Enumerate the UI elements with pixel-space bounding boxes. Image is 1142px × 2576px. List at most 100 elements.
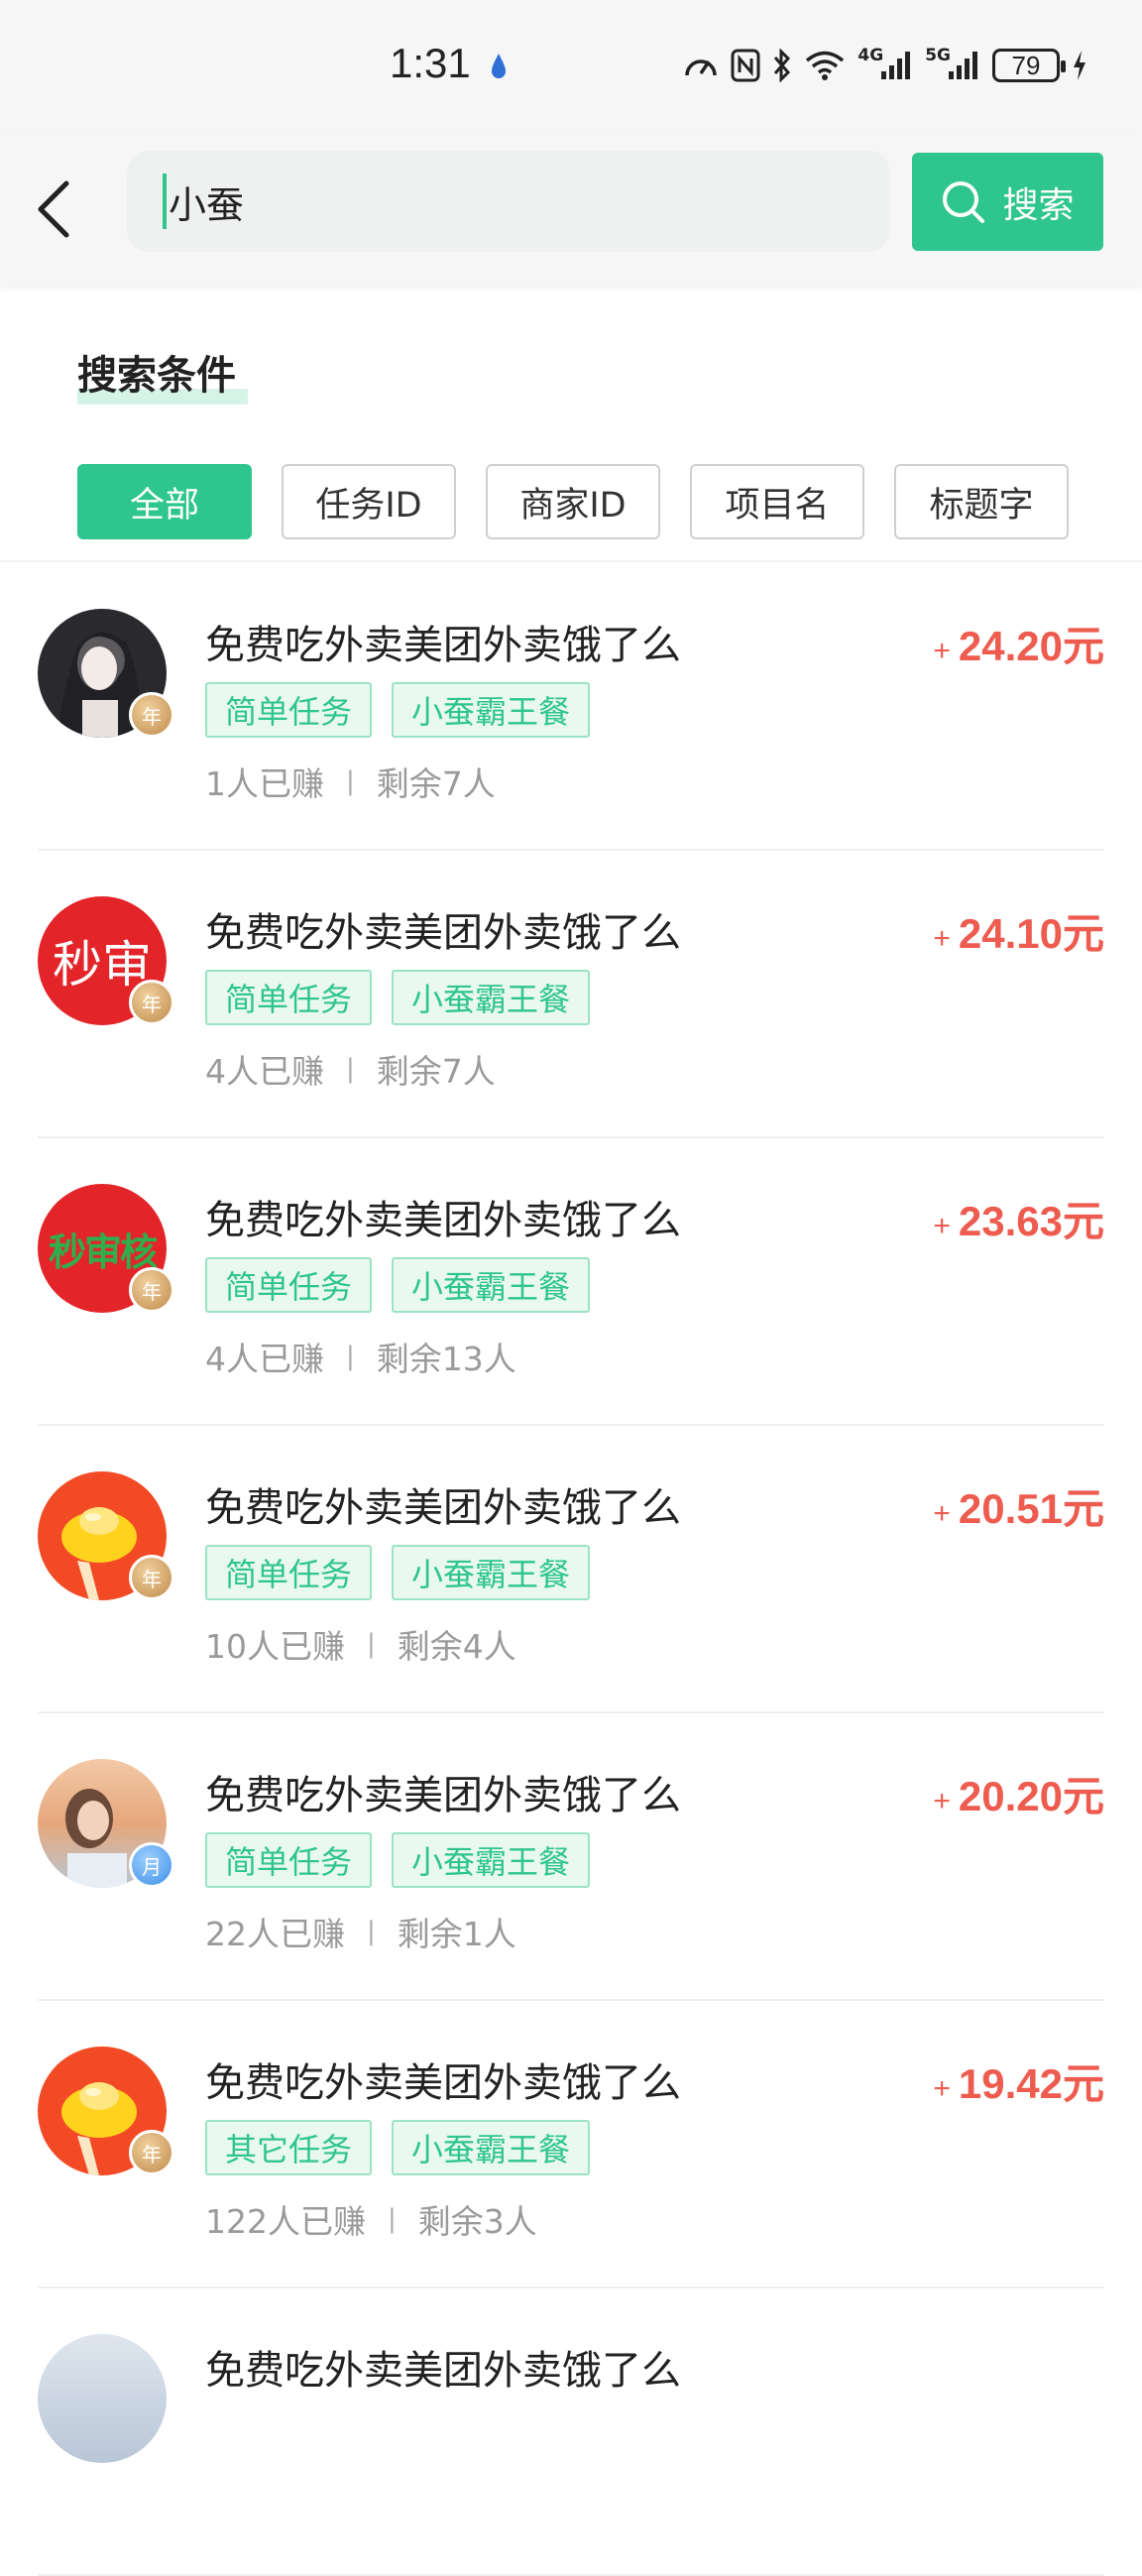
search-icon xyxy=(943,180,985,223)
search-box[interactable] xyxy=(127,151,890,252)
task-title: 免费吃外卖美团外卖饿了么 xyxy=(205,1485,681,1531)
search-button[interactable]: 搜索 xyxy=(912,153,1103,251)
remaining-count: 剩余3人 xyxy=(417,2202,537,2241)
remaining-count: 剩余1人 xyxy=(397,1915,516,1953)
filter-tab-task-id[interactable]: 任务ID xyxy=(282,464,456,539)
task-meta: 10人已赚 | 剩余4人 xyxy=(205,1620,516,1668)
task-meta: 122人已赚 | 剩余3人 xyxy=(205,2195,537,2243)
filter-tab-project-name[interactable]: 项目名 xyxy=(690,464,864,539)
filter-tab-all[interactable]: 全部 xyxy=(77,464,252,539)
task-title: 免费吃外卖美团外卖饿了么 xyxy=(205,2348,681,2394)
separator: | xyxy=(346,1054,355,1084)
status-bar: 1:31 4G 5G 79 xyxy=(0,0,1142,135)
task-tags: 简单任务 小蚕霸王餐 xyxy=(205,1832,591,1888)
task-tags: 简单任务 小蚕霸王餐 xyxy=(205,1545,591,1600)
wifi-icon xyxy=(804,46,846,85)
search-button-label: 搜索 xyxy=(1002,184,1075,226)
plus-icon: + xyxy=(933,922,951,955)
avatar: 月 xyxy=(38,1759,174,1888)
avatar: 年 xyxy=(38,1471,174,1600)
tag: 小蚕霸王餐 xyxy=(392,1545,591,1600)
back-button[interactable] xyxy=(28,170,77,249)
level-badge: 年 xyxy=(129,692,174,738)
task-item[interactable]: 年 免费吃外卖美团外卖饿了么 +19.42元 其它任务 小蚕霸王餐 122人已赚… xyxy=(0,2001,1142,2288)
task-meta: 4人已赚 | 剩余13人 xyxy=(205,1333,516,1380)
avatar-text: 秒审核 xyxy=(48,1229,158,1274)
task-item[interactable]: 月 免费吃外卖美团外卖饿了么 +20.20元 简单任务 小蚕霸王餐 22人已赚 … xyxy=(0,1713,1142,2001)
earned-count: 4人已赚 xyxy=(205,1340,324,1378)
plus-icon: + xyxy=(933,2072,951,2105)
earned-count: 10人已赚 xyxy=(205,1627,345,1666)
tag: 小蚕霸王餐 xyxy=(392,2120,591,2175)
filter-tab-merchant-id[interactable]: 商家ID xyxy=(486,464,660,539)
plus-icon: + xyxy=(933,1785,951,1817)
task-item[interactable]: 年 免费吃外卖美团外卖饿了么 +24.20元 简单任务 小蚕霸王餐 1人已赚 |… xyxy=(0,563,1142,851)
text-cursor xyxy=(163,174,167,229)
tag: 小蚕霸王餐 xyxy=(392,970,591,1025)
task-tags: 其它任务 小蚕霸王餐 xyxy=(205,2120,591,2175)
avatar: 秒审 年 xyxy=(38,896,174,1025)
tag: 简单任务 xyxy=(205,970,373,1025)
filter-section-title: 搜索条件 xyxy=(77,343,248,405)
tag: 小蚕霸王餐 xyxy=(392,682,591,738)
level-badge: 年 xyxy=(129,1555,174,1600)
earned-count: 122人已赚 xyxy=(205,2202,366,2241)
task-price: +24.10元 xyxy=(933,900,1104,961)
task-tags: 简单任务 小蚕霸王餐 xyxy=(205,970,591,1025)
search-input[interactable] xyxy=(169,179,843,223)
bluetooth-icon xyxy=(772,46,792,85)
task-item[interactable]: 年 免费吃外卖美团外卖饿了么 +20.51元 简单任务 小蚕霸王餐 10人已赚 … xyxy=(0,1426,1142,1713)
task-list: 年 免费吃外卖美团外卖饿了么 +24.20元 简单任务 小蚕霸王餐 1人已赚 |… xyxy=(0,563,1142,2576)
avatar xyxy=(38,2334,167,2463)
tag: 简单任务 xyxy=(205,1257,373,1313)
task-title: 免费吃外卖美团外卖饿了么 xyxy=(205,910,681,956)
tag: 简单任务 xyxy=(205,1545,373,1600)
separator: | xyxy=(367,1917,376,1946)
search-header: 搜索 xyxy=(0,135,1142,286)
water-drop-icon xyxy=(492,54,506,78)
earned-count: 1人已赚 xyxy=(205,764,324,803)
task-meta: 22人已赚 | 剩余1人 xyxy=(205,1908,516,1955)
task-item[interactable]: 免费吃外卖美团外卖饿了么 xyxy=(0,2288,1142,2576)
tag: 小蚕霸王餐 xyxy=(392,1832,591,1888)
separator: | xyxy=(346,766,355,796)
filter-tab-title-keyword[interactable]: 标题字 xyxy=(894,464,1069,539)
signal-4g-icon: 4G xyxy=(857,46,913,85)
task-meta: 4人已赚 | 剩余7人 xyxy=(205,1045,496,1093)
task-item[interactable]: 秒审核 年 免费吃外卖美团外卖饿了么 +23.63元 简单任务 小蚕霸王餐 4人… xyxy=(0,1138,1142,1426)
plus-icon: + xyxy=(933,1210,951,1242)
earned-count: 22人已赚 xyxy=(205,1915,345,1953)
chevron-left-icon xyxy=(38,180,69,238)
separator: | xyxy=(346,1342,355,1371)
filter-title: 搜索条件 xyxy=(77,353,236,399)
remaining-count: 剩余7人 xyxy=(376,764,496,803)
level-badge: 年 xyxy=(129,980,174,1025)
tag: 其它任务 xyxy=(205,2120,373,2175)
task-item[interactable]: 秒审 年 免费吃外卖美团外卖饿了么 +24.10元 简单任务 小蚕霸王餐 4人已… xyxy=(0,851,1142,1138)
task-title: 免费吃外卖美团外卖饿了么 xyxy=(205,1198,681,1243)
tag: 小蚕霸王餐 xyxy=(392,1257,591,1313)
task-price: +19.42元 xyxy=(933,2050,1104,2111)
nfc-icon xyxy=(731,46,760,85)
remaining-count: 剩余13人 xyxy=(376,1340,516,1378)
task-price: +20.20元 xyxy=(933,1763,1104,1823)
tag: 简单任务 xyxy=(205,1832,373,1888)
price-value: 24.20元 xyxy=(958,623,1104,669)
price-value: 24.10元 xyxy=(958,910,1104,957)
remaining-count: 剩余7人 xyxy=(376,1052,496,1091)
price-value: 23.63元 xyxy=(958,1198,1104,1244)
level-badge: 年 xyxy=(129,1267,174,1313)
task-tags: 简单任务 小蚕霸王餐 xyxy=(205,682,591,738)
avatar: 年 xyxy=(38,2047,174,2175)
signal-5g-icon: 5G xyxy=(925,46,980,85)
price-value: 20.51元 xyxy=(958,1485,1104,1532)
task-price: +23.63元 xyxy=(933,1188,1104,1248)
task-price: +20.51元 xyxy=(933,1475,1104,1536)
battery-icon: 79 xyxy=(992,46,1066,85)
earned-count: 4人已赚 xyxy=(205,1052,324,1091)
tag: 简单任务 xyxy=(205,682,373,738)
status-icons: 4G 5G 79 xyxy=(683,44,1087,87)
speed-icon xyxy=(683,46,719,85)
task-meta: 1人已赚 | 剩余7人 xyxy=(205,758,496,805)
task-title: 免费吃外卖美团外卖饿了么 xyxy=(205,2060,681,2106)
